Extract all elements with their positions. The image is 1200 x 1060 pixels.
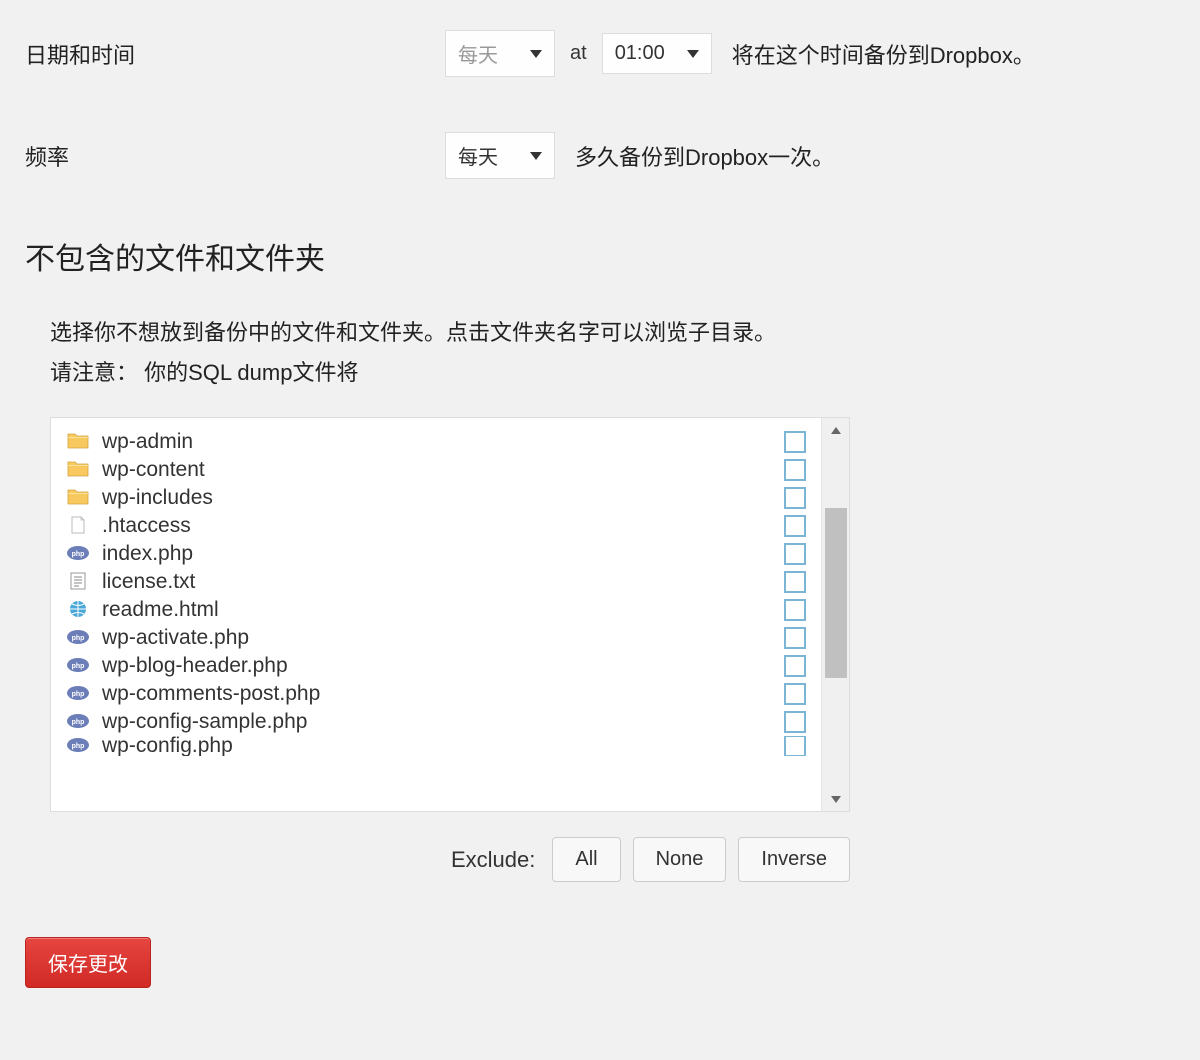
exclude-label: Exclude: <box>451 847 535 873</box>
period-select-value: 每天 <box>458 39 498 68</box>
chevron-down-icon <box>831 796 841 803</box>
file-checkbox[interactable] <box>784 655 806 677</box>
file-row[interactable]: php wp-config.php <box>66 736 821 756</box>
svg-text:php: php <box>72 691 85 698</box>
scrollbar[interactable] <box>821 418 849 811</box>
datetime-row: 日期和时间 每天 at 01:00 将在这个时间备份到Dropbox。 <box>25 30 1175 77</box>
datetime-controls: 每天 at 01:00 将在这个时间备份到Dropbox。 <box>445 30 1035 77</box>
file-name: wp-includes <box>102 486 784 510</box>
svg-text:php: php <box>72 551 85 558</box>
exclude-none-button[interactable]: None <box>633 837 727 882</box>
frequency-controls: 每天 多久备份到Dropbox一次。 <box>445 132 834 179</box>
file-name: wp-comments-post.php <box>102 682 784 706</box>
file-checkbox[interactable] <box>784 736 806 756</box>
file-name: .htaccess <box>102 514 784 538</box>
frequency-select[interactable]: 每天 <box>445 132 555 179</box>
file-checkbox[interactable] <box>784 487 806 509</box>
exclude-bar: Exclude: All None Inverse <box>50 837 850 882</box>
file-checkbox[interactable] <box>784 683 806 705</box>
file-name: index.php <box>102 542 784 566</box>
html-file-icon <box>66 599 90 621</box>
exclude-inverse-button[interactable]: Inverse <box>738 837 850 882</box>
php-file-icon: php <box>66 711 90 733</box>
frequency-desc: 多久备份到Dropbox一次。 <box>575 140 834 172</box>
exclude-desc-line2: 请注意： 你的SQL dump文件将 <box>50 353 1175 393</box>
frequency-row: 频率 每天 多久备份到Dropbox一次。 <box>25 132 1175 179</box>
file-checkbox[interactable] <box>784 459 806 481</box>
period-select[interactable]: 每天 <box>445 30 555 77</box>
folder-icon <box>66 459 90 481</box>
chevron-down-icon <box>687 50 699 58</box>
time-select[interactable]: 01:00 <box>602 33 712 74</box>
datetime-desc: 将在这个时间备份到Dropbox。 <box>732 38 1035 70</box>
frequency-label: 频率 <box>25 140 445 172</box>
svg-text:php: php <box>72 663 85 670</box>
file-checkbox[interactable] <box>784 431 806 453</box>
file-row[interactable]: readme.html <box>66 596 821 624</box>
file-checkbox[interactable] <box>784 543 806 565</box>
file-row[interactable]: php wp-comments-post.php <box>66 680 821 708</box>
file-row[interactable]: wp-content <box>66 456 821 484</box>
php-file-icon: php <box>66 655 90 677</box>
datetime-label: 日期和时间 <box>25 38 445 70</box>
file-checkbox[interactable] <box>784 515 806 537</box>
file-checkbox[interactable] <box>784 627 806 649</box>
save-button[interactable]: 保存更改 <box>25 937 151 988</box>
file-name: wp-activate.php <box>102 626 784 650</box>
text-file-icon <box>66 571 90 593</box>
file-checkbox[interactable] <box>784 599 806 621</box>
php-file-icon: php <box>66 627 90 649</box>
file-row[interactable]: php wp-config-sample.php <box>66 708 821 736</box>
php-file-icon: php <box>66 683 90 705</box>
scroll-down-button[interactable] <box>822 787 850 811</box>
file-row[interactable]: php wp-activate.php <box>66 624 821 652</box>
at-label: at <box>570 42 587 65</box>
file-name: wp-admin <box>102 430 784 454</box>
folder-icon <box>66 487 90 509</box>
php-file-icon: php <box>66 543 90 565</box>
exclude-desc: 选择你不想放到备份中的文件和文件夹。点击文件夹名字可以浏览子目录。 请注意： 你… <box>50 313 1175 392</box>
file-row[interactable]: .htaccess <box>66 512 821 540</box>
file-row[interactable]: wp-includes <box>66 484 821 512</box>
exclude-desc-line1: 选择你不想放到备份中的文件和文件夹。点击文件夹名字可以浏览子目录。 <box>50 313 1175 353</box>
file-row[interactable]: wp-admin <box>66 428 821 456</box>
scroll-up-button[interactable] <box>822 418 850 442</box>
folder-icon <box>66 431 90 453</box>
file-list: wp-adminwp-contentwp-includes.htaccessph… <box>51 418 821 811</box>
time-select-value: 01:00 <box>615 42 665 65</box>
file-row[interactable]: php index.php <box>66 540 821 568</box>
file-checkbox[interactable] <box>784 571 806 593</box>
file-row[interactable]: license.txt <box>66 568 821 596</box>
chevron-up-icon <box>831 427 841 434</box>
file-name: wp-content <box>102 458 784 482</box>
file-row[interactable]: php wp-blog-header.php <box>66 652 821 680</box>
frequency-select-value: 每天 <box>458 141 498 170</box>
svg-text:php: php <box>72 743 85 750</box>
svg-text:php: php <box>72 635 85 642</box>
scroll-thumb[interactable] <box>825 508 847 678</box>
exclude-all-button[interactable]: All <box>552 837 620 882</box>
file-name: wp-blog-header.php <box>102 654 784 678</box>
file-name: wp-config.php <box>102 736 784 756</box>
file-browser: wp-adminwp-contentwp-includes.htaccessph… <box>50 417 850 812</box>
svg-text:php: php <box>72 719 85 726</box>
file-name: license.txt <box>102 570 784 594</box>
exclude-heading: 不包含的文件和文件夹 <box>25 234 1175 278</box>
file-checkbox[interactable] <box>784 711 806 733</box>
php-file-icon: php <box>66 736 90 756</box>
chevron-down-icon <box>530 50 542 58</box>
file-name: wp-config-sample.php <box>102 710 784 734</box>
file-name: readme.html <box>102 598 784 622</box>
chevron-down-icon <box>530 152 542 160</box>
file-icon <box>66 515 90 537</box>
